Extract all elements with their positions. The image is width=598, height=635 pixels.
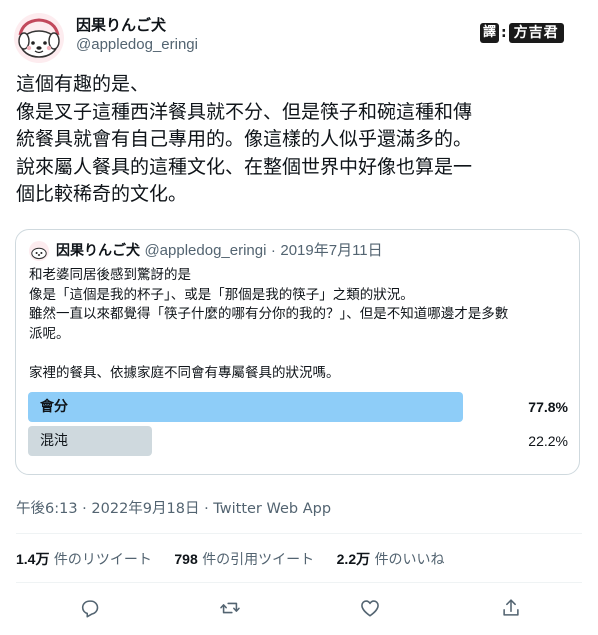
tweet-text-line: 這個有趣的是、: [16, 73, 150, 95]
poll-option-label: 混沌: [40, 433, 68, 449]
tweet-text-line: 個比較稀奇的文化。: [16, 183, 188, 205]
translator-name: 方吉君: [508, 23, 564, 43]
author-handle[interactable]: @appledog_eringi: [76, 36, 198, 53]
reply-button[interactable]: [76, 594, 104, 622]
reply-icon: [81, 600, 99, 618]
poll-option-leading: 會分 77.8%: [28, 392, 568, 422]
quoted-text-line: 和老婆同居後感到驚訝的是: [29, 267, 191, 283]
author-display-name[interactable]: 因果りんご犬: [76, 14, 166, 35]
quoted-tweet-text: 和老婆同居後感到驚訝的是 像是「這個是我的杯子」、或是「那個是我的筷子」之類的狀…: [29, 266, 569, 384]
tweet-text-line: 統餐具就會有自己專用的。像這樣的人似乎還滿多的。: [16, 128, 473, 150]
quotes-label: 件の引用ツイート: [202, 552, 315, 568]
quoted-text-line: 派呢。: [29, 325, 70, 342]
engagement-stats: 1.4万 件のリツイート 798 件の引用ツイート 2.2万 件のいいね: [16, 549, 463, 570]
quoted-text-line: 雖然一直以來都覺得「筷子什麼的哪有分你的我的？」、但是不知道哪邊才是多數: [29, 306, 509, 323]
dog-avatar-icon: [29, 241, 49, 261]
tweet-text-line: 像是叉子這種西洋餐具就不分、但是筷子和碗這種和傳: [16, 100, 473, 123]
retweets-stat[interactable]: 1.4万 件のリツイート: [16, 551, 156, 568]
likes-stat[interactable]: 2.2万 件のいいね: [336, 551, 445, 568]
retweets-count: 1.4万: [16, 551, 50, 567]
quotes-stat[interactable]: 798 件の引用ツイート: [174, 551, 318, 568]
poll-option-label: 會分: [40, 399, 68, 415]
tweet-timestamp[interactable]: 午後6:13 · 2022年9月18日 · Twitter Web App: [16, 497, 331, 518]
quoted-author-name[interactable]: 因果りんご犬: [56, 243, 140, 259]
like-button[interactable]: [356, 594, 384, 622]
tweet-text-line: 說來屬人餐具的這種文化、在整個世界中好像也算是一: [16, 155, 473, 178]
translator-badge: 譯 : 方吉君: [480, 22, 564, 44]
share-button[interactable]: [497, 594, 525, 622]
dog-avatar-icon: [14, 13, 64, 63]
quotes-count: 798: [174, 551, 198, 567]
retweet-button[interactable]: [216, 594, 244, 622]
poll-option: 混沌 22.2%: [28, 426, 568, 456]
translator-colon: :: [501, 25, 507, 41]
divider: [16, 533, 582, 534]
action-bar: [16, 594, 582, 622]
quoted-date[interactable]: 2019年7月11日: [280, 242, 382, 259]
quoted-tweet-header: 因果りんご犬 @appledog_eringi · 2019年7月11日: [56, 242, 383, 260]
translator-tag: 譯: [480, 23, 500, 43]
poll-option-percent: 77.8%: [528, 399, 568, 415]
likes-label: 件のいいね: [374, 552, 445, 568]
tweet-text: 這個有趣的是、 像是叉子這種西洋餐具就不分、但是筷子和碗這種和傳 統餐具就會有自…: [16, 71, 586, 209]
quoted-text-line: [29, 344, 569, 364]
likes-count: 2.2万: [336, 551, 371, 567]
quoted-tweet-card[interactable]: 因果りんご犬 @appledog_eringi · 2019年7月11日 和老婆…: [15, 229, 580, 475]
retweets-label: 件のリツイート: [53, 552, 152, 568]
divider: [16, 582, 582, 583]
quoted-text-line: 像是「這個是我的杯子」、或是「那個是我的筷子」之類的狀況。: [29, 286, 414, 303]
quoted-text-line: 家裡的餐具、依據家庭不同會有專屬餐具的狀況嗎。: [29, 364, 340, 381]
quoted-author-handle[interactable]: @appledog_eringi: [144, 242, 266, 259]
poll-option-percent: 22.2%: [528, 433, 568, 449]
quoted-author-avatar: [29, 241, 49, 261]
like-icon: [361, 600, 379, 617]
author-avatar[interactable]: [14, 13, 64, 63]
retweet-icon: [220, 602, 240, 614]
share-icon: [503, 599, 519, 616]
quoted-separator: ·: [270, 242, 276, 259]
poll-bar: [28, 392, 463, 422]
